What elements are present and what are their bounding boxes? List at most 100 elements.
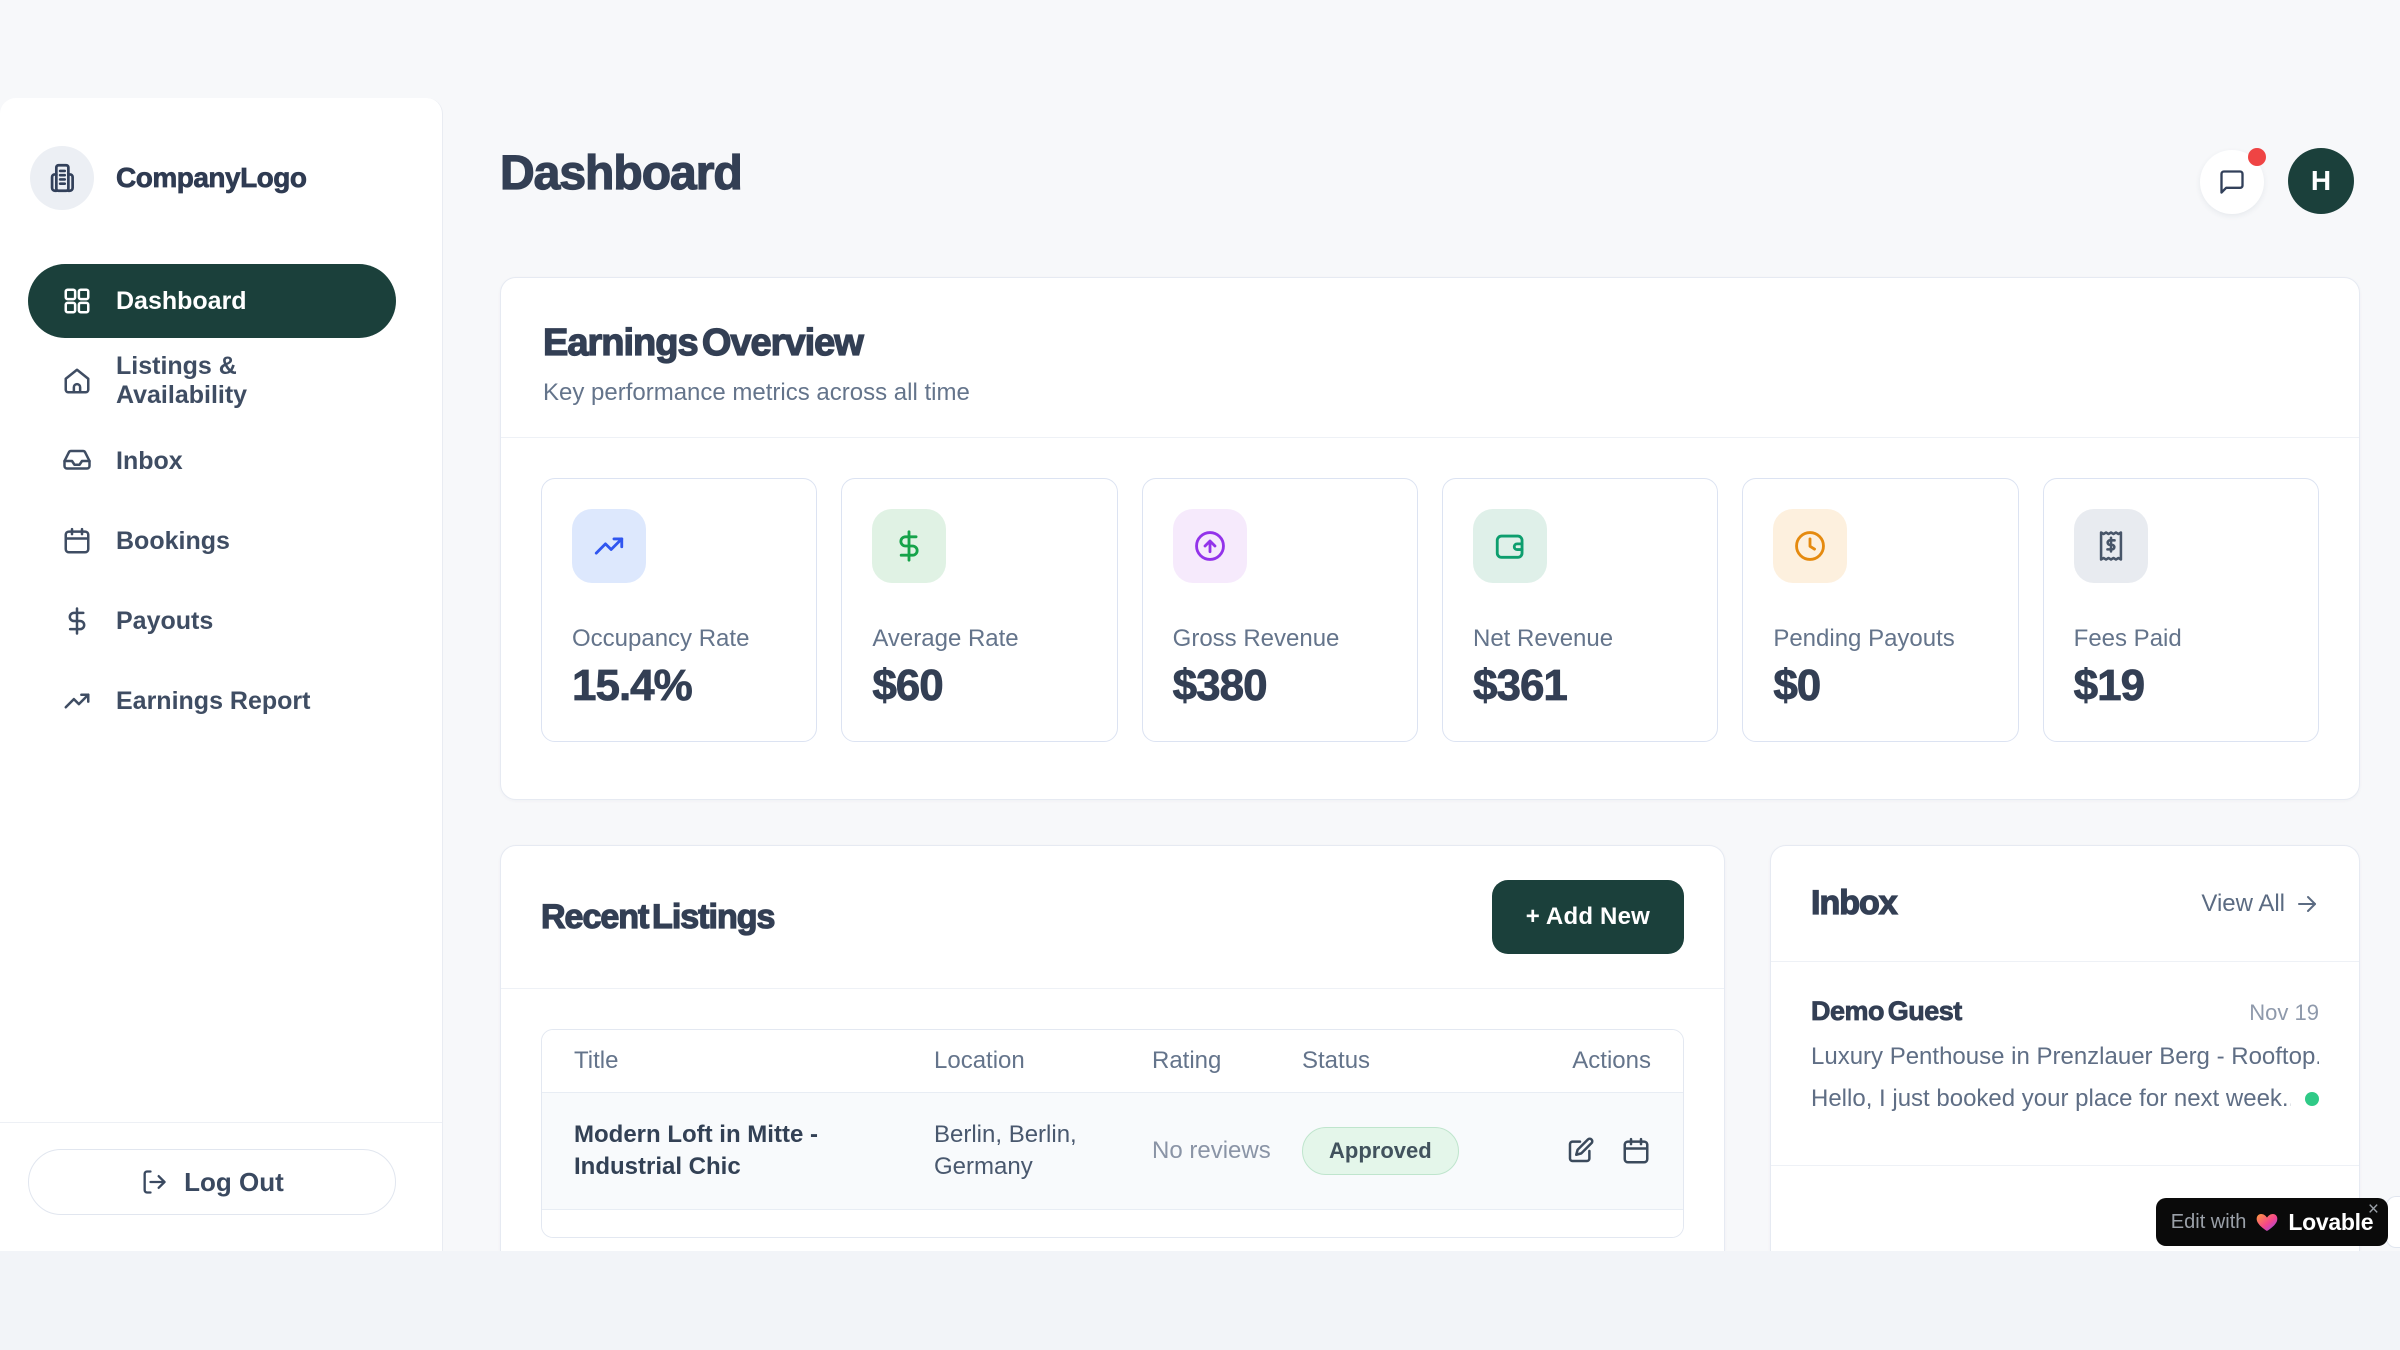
logout-button[interactable]: Log Out xyxy=(28,1149,396,1215)
calendar-icon xyxy=(62,526,92,556)
message-sender: Demo Guest xyxy=(1811,996,1962,1027)
metric-value: $380 xyxy=(1173,661,1387,711)
logo-text: CompanyLogo xyxy=(116,162,307,194)
sidebar-item-label: Listings & Availability xyxy=(116,352,362,410)
receipt-icon xyxy=(2074,509,2148,583)
listing-rating: No reviews xyxy=(1152,1135,1302,1167)
message-preview-row: Hello, I just booked your place for next… xyxy=(1811,1085,2319,1113)
view-all-link[interactable]: View All xyxy=(2201,890,2319,918)
unread-dot xyxy=(2305,1092,2319,1106)
metric-fees-paid: Fees Paid $19 xyxy=(2043,478,2319,742)
wallet-icon xyxy=(1473,509,1547,583)
sidebar-item-dashboard[interactable]: Dashboard xyxy=(28,264,396,338)
arrow-right-icon xyxy=(2295,892,2319,916)
metric-value: $0 xyxy=(1773,661,1987,711)
recent-listings-card: Recent Listings + Add New Title Location… xyxy=(500,845,1725,1251)
notification-dot xyxy=(2248,148,2266,166)
inbox-header: Inbox View All xyxy=(1771,846,2359,962)
recent-listings-title: Recent Listings xyxy=(541,898,774,937)
inbox-icon xyxy=(62,446,92,476)
column-header-status: Status xyxy=(1302,1047,1542,1075)
metric-label: Fees Paid xyxy=(2074,625,2288,653)
calendar-icon[interactable] xyxy=(1621,1136,1651,1166)
metric-value: 15.4% xyxy=(572,661,786,711)
metric-value: $60 xyxy=(872,661,1086,711)
listing-title: Modern Loft in Mitte - Industrial Chic xyxy=(574,1119,934,1183)
message-top-row: Demo Guest Nov 19 xyxy=(1811,996,2319,1027)
sidebar-item-listings[interactable]: Listings & Availability xyxy=(28,344,396,418)
sidebar-item-label: Bookings xyxy=(116,527,230,556)
metric-value: $361 xyxy=(1473,661,1687,711)
inbox-title: Inbox xyxy=(1811,884,1897,923)
metric-occupancy-rate: Occupancy Rate 15.4% xyxy=(541,478,817,742)
clock-icon xyxy=(1773,509,1847,583)
listings-table: Title Location Rating Status Actions Mod… xyxy=(541,1029,1684,1238)
recent-listings-header: Recent Listings + Add New xyxy=(501,846,1724,989)
logo: CompanyLogo xyxy=(30,146,412,210)
sidebar-item-inbox[interactable]: Inbox xyxy=(28,424,396,498)
sidebar-spacer xyxy=(0,738,442,1122)
earnings-header: Earnings Overview Key performance metric… xyxy=(501,278,2359,438)
metric-pending-payouts: Pending Payouts $0 xyxy=(1742,478,2018,742)
logout-section: Log Out xyxy=(0,1122,442,1251)
sidebar-item-label: Dashboard xyxy=(116,287,247,316)
lovable-prefix: Edit with xyxy=(2171,1211,2247,1234)
page-title: Dashboard xyxy=(500,146,742,201)
close-icon[interactable]: × xyxy=(2368,1200,2379,1219)
column-header-title: Title xyxy=(574,1047,934,1075)
metric-label: Average Rate xyxy=(872,625,1086,653)
sidebar-item-label: Payouts xyxy=(116,607,213,636)
lovable-badge[interactable]: Edit with Lovable × xyxy=(2156,1198,2388,1246)
metric-net-revenue: Net Revenue $361 xyxy=(1442,478,1718,742)
dollar-icon xyxy=(62,606,92,636)
sidebar-item-label: Inbox xyxy=(116,447,183,476)
lovable-heart-icon xyxy=(2255,1210,2279,1234)
sidebar: CompanyLogo Dashboard Listings & Availab… xyxy=(0,98,443,1251)
listing-location: Berlin, Berlin, Germany xyxy=(934,1119,1152,1183)
arrow-up-circle-icon xyxy=(1173,509,1247,583)
trending-up-icon xyxy=(572,509,646,583)
sidebar-item-bookings[interactable]: Bookings xyxy=(28,504,396,578)
message-subject: Luxury Penthouse in Prenzlauer Berg - Ro… xyxy=(1811,1043,2319,1071)
earnings-overview-card: Earnings Overview Key performance metric… xyxy=(500,277,2360,800)
lovable-brand: Lovable xyxy=(2288,1209,2373,1236)
home-icon xyxy=(62,366,92,396)
logout-label: Log Out xyxy=(184,1167,284,1198)
metric-label: Gross Revenue xyxy=(1173,625,1387,653)
sidebar-item-earnings-report[interactable]: Earnings Report xyxy=(28,664,396,738)
listing-actions xyxy=(1565,1136,1651,1166)
chat-bubble-icon xyxy=(2218,168,2246,196)
dollar-icon xyxy=(872,509,946,583)
message-date: Nov 19 xyxy=(2249,1000,2319,1026)
metric-value: $19 xyxy=(2074,661,2288,711)
add-new-button[interactable]: + Add New xyxy=(1492,880,1684,954)
metric-gross-revenue: Gross Revenue $380 xyxy=(1142,478,1418,742)
earnings-subtitle: Key performance metrics across all time xyxy=(543,379,2317,407)
column-header-actions: Actions xyxy=(1572,1047,1651,1075)
inbox-card: Inbox View All Demo Guest Nov 19 Luxury … xyxy=(1770,845,2360,1251)
table-row xyxy=(542,1209,1683,1237)
column-header-rating: Rating xyxy=(1152,1047,1302,1075)
sidebar-item-label: Earnings Report xyxy=(116,687,310,716)
logout-icon xyxy=(140,1168,168,1196)
sidebar-item-payouts[interactable]: Payouts xyxy=(28,584,396,658)
app-viewport: CompanyLogo Dashboard Listings & Availab… xyxy=(0,0,2400,1350)
company-logo-icon xyxy=(30,146,94,210)
edge-widget-sliver xyxy=(2386,1196,2400,1248)
table-header-row: Title Location Rating Status Actions xyxy=(542,1030,1683,1092)
trending-up-icon xyxy=(62,686,92,716)
metric-label: Pending Payouts xyxy=(1773,625,1987,653)
listing-status: Approved xyxy=(1302,1127,1542,1175)
chat-button[interactable] xyxy=(2200,150,2264,214)
edit-icon[interactable] xyxy=(1565,1136,1595,1166)
sidebar-nav: Dashboard Listings & Availability Inbox … xyxy=(28,264,396,738)
table-row: Modern Loft in Mitte - Industrial Chic B… xyxy=(542,1092,1683,1209)
avatar[interactable]: H xyxy=(2288,148,2354,214)
metric-label: Occupancy Rate xyxy=(572,625,786,653)
inbox-message-item[interactable]: Demo Guest Nov 19 Luxury Penthouse in Pr… xyxy=(1771,962,2359,1166)
column-header-location: Location xyxy=(934,1047,1152,1075)
earnings-title: Earnings Overview xyxy=(543,322,2317,365)
message-preview: Hello, I just booked your place for next… xyxy=(1811,1085,2291,1113)
bottom-band xyxy=(0,1251,2400,1350)
status-badge: Approved xyxy=(1302,1127,1459,1175)
